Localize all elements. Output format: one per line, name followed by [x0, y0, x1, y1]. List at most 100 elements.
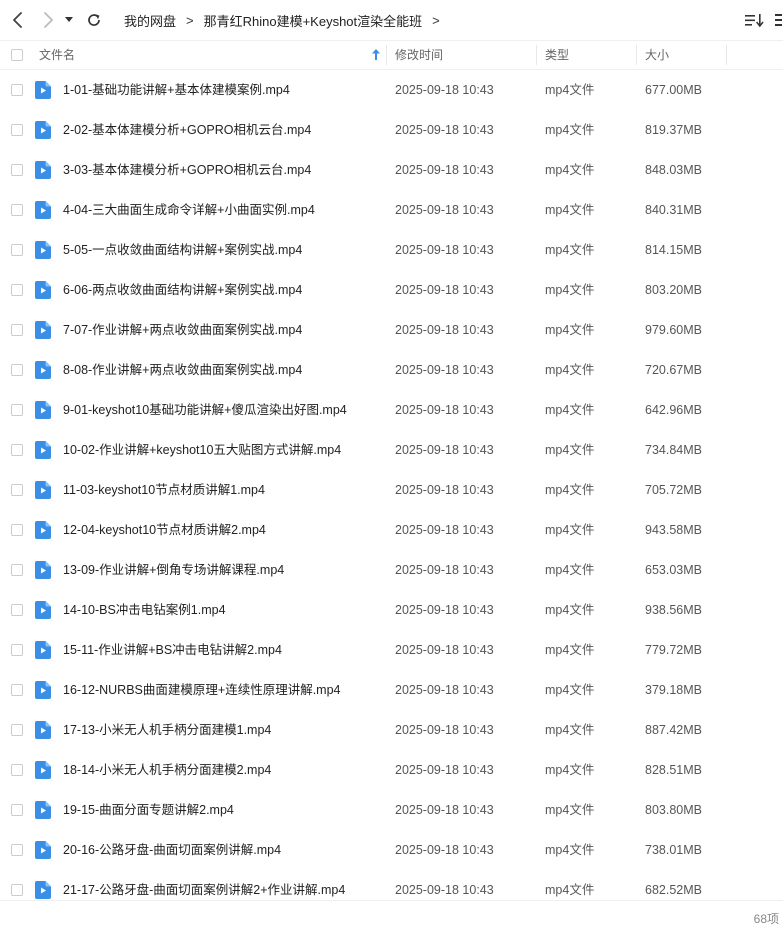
- video-file-icon: [35, 521, 51, 539]
- file-row[interactable]: 4-04-三大曲面生成命令详解+小曲面实例.mp4 2025-09-18 10:4…: [0, 190, 783, 230]
- column-divider[interactable]: [726, 45, 727, 65]
- column-divider[interactable]: [536, 45, 537, 65]
- file-size: 938.56MB: [645, 603, 702, 617]
- row-checkbox[interactable]: [11, 644, 23, 656]
- file-modified-time: 2025-09-18 10:43: [395, 163, 494, 177]
- video-file-icon: [35, 441, 51, 459]
- row-checkbox[interactable]: [11, 324, 23, 336]
- row-checkbox[interactable]: [11, 604, 23, 616]
- file-type: mp4文件: [545, 283, 595, 297]
- video-file-icon: [35, 121, 51, 139]
- column-header-size[interactable]: 大小: [645, 41, 669, 69]
- row-checkbox[interactable]: [11, 804, 23, 816]
- video-file-icon: [35, 241, 51, 259]
- file-row[interactable]: 6-06-两点收敛曲面结构讲解+案例实战.mp4 2025-09-18 10:43…: [0, 270, 783, 310]
- file-modified-time: 2025-09-18 10:43: [395, 363, 494, 377]
- row-checkbox[interactable]: [11, 84, 23, 96]
- file-type: mp4文件: [545, 323, 595, 337]
- row-checkbox[interactable]: [11, 164, 23, 176]
- row-checkbox[interactable]: [11, 564, 23, 576]
- row-checkbox[interactable]: [11, 444, 23, 456]
- file-row[interactable]: 19-15-曲面分面专题讲解2.mp4 2025-09-18 10:43 mp4文件…: [0, 790, 783, 830]
- file-row[interactable]: 11-03-keyshot10节点材质讲解1.mp4 2025-09-18 10:…: [0, 470, 783, 510]
- file-row[interactable]: 7-07-作业讲解+两点收敛曲面案例实战.mp4 2025-09-18 10:43…: [0, 310, 783, 350]
- file-type: mp4文件: [545, 203, 595, 217]
- row-checkbox[interactable]: [11, 124, 23, 136]
- file-modified-time: 2025-09-18 10:43: [395, 803, 494, 817]
- video-file-icon: [35, 481, 51, 499]
- history-dropdown-button[interactable]: [62, 10, 76, 30]
- file-row[interactable]: 17-13-小米无人机手柄分面建模1.mp4 2025-09-18 10:43 mp…: [0, 710, 783, 750]
- column-divider[interactable]: [386, 45, 387, 65]
- file-size: 779.72MB: [645, 643, 702, 657]
- file-name: 12-04-keyshot10节点材质讲解2.mp4: [63, 523, 266, 537]
- file-type: mp4文件: [545, 443, 595, 457]
- file-row[interactable]: 14-10-BS冲击电钻案例1.mp4 2025-09-18 10:43 mp4文件…: [0, 590, 783, 630]
- row-checkbox[interactable]: [11, 524, 23, 536]
- file-modified-time: 2025-09-18 10:43: [395, 243, 494, 257]
- refresh-button[interactable]: [84, 10, 104, 30]
- file-row[interactable]: 16-12-NURBS曲面建模原理+连续性原理讲解.mp4 2025-09-18 …: [0, 670, 783, 710]
- file-name: 1-01-基础功能讲解+基本体建模案例.mp4: [63, 83, 290, 97]
- file-modified-time: 2025-09-18 10:43: [395, 723, 494, 737]
- file-size: 848.03MB: [645, 163, 702, 177]
- column-header-modified[interactable]: 修改时间: [395, 41, 443, 69]
- video-file-icon: [35, 761, 51, 779]
- row-checkbox[interactable]: [11, 204, 23, 216]
- row-checkbox[interactable]: [11, 724, 23, 736]
- file-type: mp4文件: [545, 643, 595, 657]
- video-file-icon: [35, 281, 51, 299]
- file-modified-time: 2025-09-18 10:43: [395, 123, 494, 137]
- file-type: mp4文件: [545, 163, 595, 177]
- sort-ascending-arrow-icon[interactable]: [372, 49, 380, 60]
- file-name: 4-04-三大曲面生成命令详解+小曲面实例.mp4: [63, 203, 315, 217]
- file-modified-time: 2025-09-18 10:43: [395, 483, 494, 497]
- file-type: mp4文件: [545, 123, 595, 137]
- video-file-icon: [35, 561, 51, 579]
- column-header-type[interactable]: 类型: [545, 41, 569, 69]
- file-type: mp4文件: [545, 683, 595, 697]
- file-row[interactable]: 2-02-基本体建模分析+GOPRO相机云台.mp4 2025-09-18 10:…: [0, 110, 783, 150]
- row-checkbox[interactable]: [11, 884, 23, 896]
- column-header-name[interactable]: 文件名: [39, 41, 75, 69]
- breadcrumb-root[interactable]: 我的网盘: [124, 11, 176, 30]
- file-type: mp4文件: [545, 523, 595, 537]
- file-row[interactable]: 18-14-小米无人机手柄分面建模2.mp4 2025-09-18 10:43 mp…: [0, 750, 783, 790]
- row-checkbox[interactable]: [11, 684, 23, 696]
- sort-menu-button[interactable]: [744, 11, 764, 29]
- row-checkbox[interactable]: [11, 404, 23, 416]
- video-file-icon: [35, 801, 51, 819]
- row-checkbox[interactable]: [11, 844, 23, 856]
- file-name: 13-09-作业讲解+倒角专场讲解课程.mp4: [63, 563, 285, 577]
- file-size: 979.60MB: [645, 323, 702, 337]
- column-divider[interactable]: [636, 45, 637, 65]
- file-size: 705.72MB: [645, 483, 702, 497]
- forward-button[interactable]: [38, 10, 58, 30]
- file-name: 6-06-两点收敛曲面结构讲解+案例实战.mp4: [63, 283, 303, 297]
- row-checkbox[interactable]: [11, 284, 23, 296]
- file-row[interactable]: 12-04-keyshot10节点材质讲解2.mp4 2025-09-18 10:…: [0, 510, 783, 550]
- file-type: mp4文件: [545, 363, 595, 377]
- file-size: 379.18MB: [645, 683, 702, 697]
- file-row[interactable]: 13-09-作业讲解+倒角专场讲解课程.mp4 2025-09-18 10:43 m…: [0, 550, 783, 590]
- file-name: 18-14-小米无人机手柄分面建模2.mp4: [63, 763, 272, 777]
- video-file-icon: [35, 401, 51, 419]
- row-checkbox[interactable]: [11, 244, 23, 256]
- item-count: 68项: [753, 912, 779, 926]
- file-row[interactable]: 1-01-基础功能讲解+基本体建模案例.mp4 2025-09-18 10:43 m…: [0, 70, 783, 110]
- row-checkbox[interactable]: [11, 764, 23, 776]
- file-row[interactable]: 5-05-一点收敛曲面结构讲解+案例实战.mp4 2025-09-18 10:43…: [0, 230, 783, 270]
- select-all-checkbox[interactable]: [11, 49, 23, 61]
- row-checkbox[interactable]: [11, 364, 23, 376]
- file-row[interactable]: 15-11-作业讲解+BS冲击电钻讲解2.mp4 2025-09-18 10:43…: [0, 630, 783, 670]
- back-button[interactable]: [8, 10, 28, 30]
- more-options-button[interactable]: [774, 11, 782, 29]
- file-row[interactable]: 9-01-keyshot10基础功能讲解+傻瓜渲染出好图.mp4 2025-09-…: [0, 390, 783, 430]
- file-row[interactable]: 3-03-基本体建模分析+GOPRO相机云台.mp4 2025-09-18 10:…: [0, 150, 783, 190]
- file-row[interactable]: 8-08-作业讲解+两点收敛曲面案例实战.mp4 2025-09-18 10:43…: [0, 350, 783, 390]
- row-checkbox[interactable]: [11, 484, 23, 496]
- breadcrumb-current-folder[interactable]: 那青红Rhino建模+Keyshot渲染全能班: [204, 11, 423, 30]
- file-size: 720.67MB: [645, 363, 702, 377]
- file-row[interactable]: 10-02-作业讲解+keyshot10五大贴图方式讲解.mp4 2025-09-…: [0, 430, 783, 470]
- file-row[interactable]: 20-16-公路牙盘-曲面切面案例讲解.mp4 2025-09-18 10:43 m…: [0, 830, 783, 870]
